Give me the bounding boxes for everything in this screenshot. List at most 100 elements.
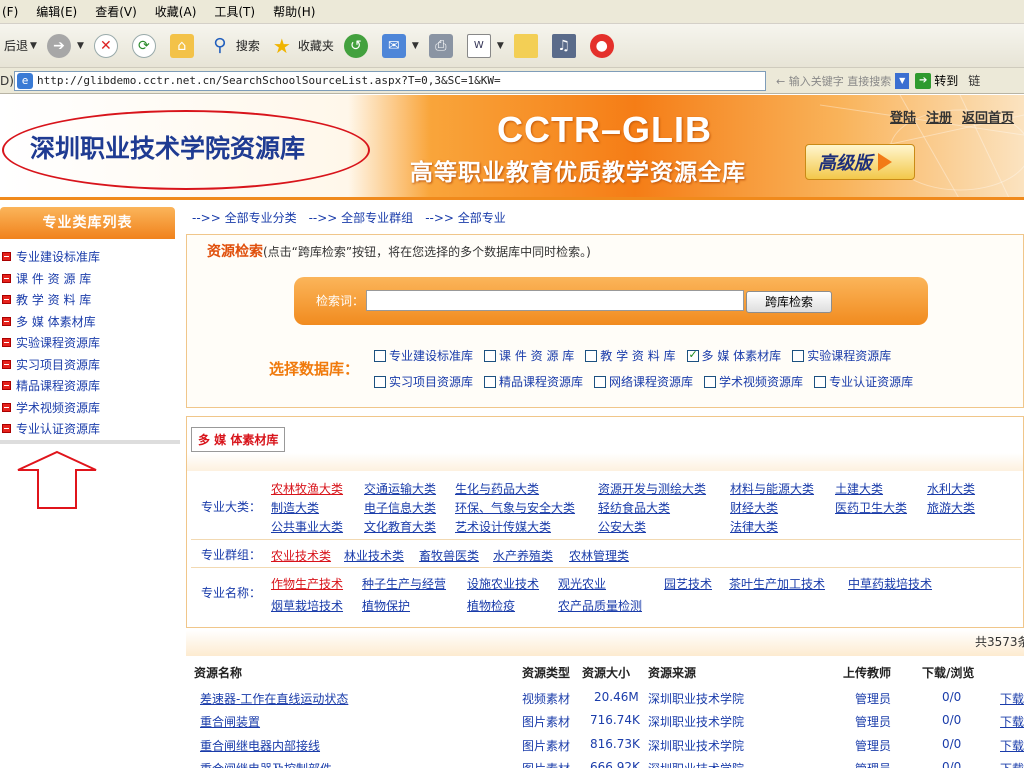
major-link[interactable]: 电子信息大类: [364, 499, 436, 516]
edit-button[interactable]: W ▼: [466, 33, 504, 58]
major-name-link[interactable]: 茶叶生产加工技术: [729, 575, 825, 592]
resource-name-link[interactable]: 重合闸装置: [200, 713, 260, 730]
cross-library-search-button[interactable]: 跨库检索: [746, 291, 832, 313]
menu-file[interactable]: (F): [2, 5, 18, 19]
major-link[interactable]: 轻纺食品大类: [598, 499, 670, 516]
major-link[interactable]: 文化教育大类: [364, 518, 436, 535]
db-option[interactable]: 教 学 资 料 库: [585, 347, 676, 364]
major-name-link[interactable]: 观光农业: [558, 575, 606, 592]
checkbox[interactable]: [374, 375, 386, 388]
menu-favorites[interactable]: 收藏(A): [155, 3, 197, 20]
group-link[interactable]: 农林管理类: [569, 547, 629, 564]
major-link[interactable]: 公共事业大类: [271, 518, 343, 535]
breadcrumb-all-majors[interactable]: -->> 全部专业: [425, 209, 506, 226]
major-link[interactable]: 生化与药品大类: [455, 480, 539, 497]
major-name-link[interactable]: 烟草栽培技术: [271, 597, 343, 614]
back-button[interactable]: 后退 ▼: [4, 37, 37, 54]
checkbox[interactable]: [585, 349, 598, 362]
sidebar-item-courseware[interactable]: 课 件 资 源 库: [0, 268, 180, 290]
group-link[interactable]: 水产养殖类: [493, 547, 553, 564]
resource-name-link[interactable]: 重合闸继电器及控制部件: [200, 760, 332, 768]
address-search[interactable]: ← 输入关键字 直接搜索 ▼: [776, 72, 910, 89]
sidebar-item-academic-video[interactable]: 学术视频资源库: [0, 397, 180, 419]
download-link[interactable]: 下载: [1000, 737, 1024, 754]
checkbox[interactable]: [374, 349, 386, 362]
major-link[interactable]: 财经大类: [730, 499, 778, 516]
db-option[interactable]: 专业建设标准库: [374, 347, 473, 364]
messenger-button[interactable]: ●: [589, 33, 618, 58]
menu-edit[interactable]: 编辑(E): [36, 3, 77, 20]
major-name-link[interactable]: 园艺技术: [664, 575, 712, 592]
refresh-button[interactable]: ⟳: [131, 33, 160, 58]
download-link[interactable]: 下载: [1000, 713, 1024, 730]
breadcrumb-all-categories[interactable]: -->> 全部专业分类: [192, 209, 297, 226]
checkbox-checked[interactable]: [686, 348, 699, 362]
major-link[interactable]: 医药卫生大类: [835, 499, 907, 516]
major-link[interactable]: 旅游大类: [927, 499, 975, 516]
sidebar-item-multimedia[interactable]: 多 媒 体素材库: [0, 311, 180, 333]
major-link[interactable]: 土建大类: [835, 480, 883, 497]
library-tab[interactable]: 多 媒 体素材库: [191, 427, 286, 452]
media-button[interactable]: ♫: [551, 33, 580, 58]
db-option[interactable]: 学术视频资源库: [704, 373, 803, 390]
db-option[interactable]: 精品课程资源库: [484, 373, 583, 390]
checkbox[interactable]: [594, 375, 607, 388]
major-name-link[interactable]: 中草药栽培技术: [848, 575, 932, 592]
group-link[interactable]: 农业技术类: [271, 547, 331, 564]
major-link[interactable]: 交通运输大类: [364, 480, 436, 497]
sidebar-item-standards[interactable]: 专业建设标准库: [0, 246, 180, 268]
favorites-button[interactable]: ★ 收藏夹: [270, 34, 334, 58]
major-name-link[interactable]: 农产品质量检测: [558, 597, 642, 614]
db-option[interactable]: 专业认证资源库: [814, 373, 913, 390]
checkbox[interactable]: [484, 375, 497, 388]
major-link[interactable]: 水利大类: [927, 480, 975, 497]
major-link[interactable]: 制造大类: [271, 499, 319, 516]
search-button[interactable]: ⚲ 搜索: [208, 34, 260, 58]
checkbox[interactable]: [792, 349, 805, 362]
breadcrumb-all-groups[interactable]: -->> 全部专业群组: [309, 209, 414, 226]
major-link[interactable]: 农林牧渔大类: [271, 480, 343, 497]
login-link[interactable]: 登陆: [890, 107, 916, 126]
links-label[interactable]: 链: [968, 72, 980, 89]
print-button[interactable]: ⎙: [428, 33, 457, 58]
sidebar-item-lab-courses[interactable]: 实验课程资源库: [0, 332, 180, 354]
checkbox[interactable]: [814, 375, 827, 388]
register-link[interactable]: 注册: [926, 107, 952, 126]
major-name-link[interactable]: 种子生产与经营: [362, 575, 446, 592]
major-link[interactable]: 材料与能源大类: [730, 480, 814, 497]
db-option[interactable]: 实验课程资源库: [792, 347, 891, 364]
resource-name-link[interactable]: 重合闸继电器内部接线: [200, 737, 320, 754]
url-field[interactable]: e http://glibdemo.cctr.net.cn/SearchScho…: [14, 70, 766, 91]
major-name-link[interactable]: 作物生产技术: [271, 575, 343, 592]
keyword-input[interactable]: [366, 290, 744, 311]
menu-help[interactable]: 帮助(H): [273, 3, 315, 20]
sidebar-item-internship[interactable]: 实习项目资源库: [0, 354, 180, 376]
major-link[interactable]: 公安大类: [598, 518, 646, 535]
stop-button[interactable]: ✕: [93, 33, 122, 58]
major-link[interactable]: 艺术设计传媒大类: [455, 518, 551, 535]
major-link[interactable]: 资源开发与测绘大类: [598, 480, 706, 497]
checkbox[interactable]: [484, 349, 497, 362]
group-link[interactable]: 林业技术类: [344, 547, 404, 564]
advanced-edition-badge[interactable]: 高级版: [805, 144, 915, 180]
sidebar-item-certification[interactable]: 专业认证资源库: [0, 418, 180, 440]
go-button[interactable]: ➔ 转到: [915, 72, 958, 89]
sidebar-item-teaching-materials[interactable]: 教 学 资 料 库: [0, 289, 180, 311]
download-link[interactable]: 下载: [1000, 690, 1024, 707]
checkbox[interactable]: [704, 375, 717, 388]
folder-button[interactable]: [513, 33, 542, 58]
menu-tools[interactable]: 工具(T): [214, 3, 255, 20]
resource-name-link[interactable]: 差速器-工作在直线运动状态: [200, 690, 348, 707]
sidebar-item-quality-courses[interactable]: 精品课程资源库: [0, 375, 180, 397]
db-option[interactable]: 实习项目资源库: [374, 373, 473, 390]
forward-button[interactable]: ➔ ▼: [46, 33, 84, 58]
history-button[interactable]: ↺: [343, 33, 372, 58]
major-link[interactable]: 法律大类: [730, 518, 778, 535]
home-button[interactable]: ⌂: [169, 33, 198, 58]
group-link[interactable]: 畜牧兽医类: [419, 547, 479, 564]
home-link[interactable]: 返回首页: [962, 107, 1014, 126]
major-name-link[interactable]: 植物保护: [362, 597, 410, 614]
mail-button[interactable]: ✉ ▼: [381, 33, 419, 58]
db-option[interactable]: 多 媒 体素材库: [686, 347, 781, 364]
menu-view[interactable]: 查看(V): [95, 3, 137, 20]
